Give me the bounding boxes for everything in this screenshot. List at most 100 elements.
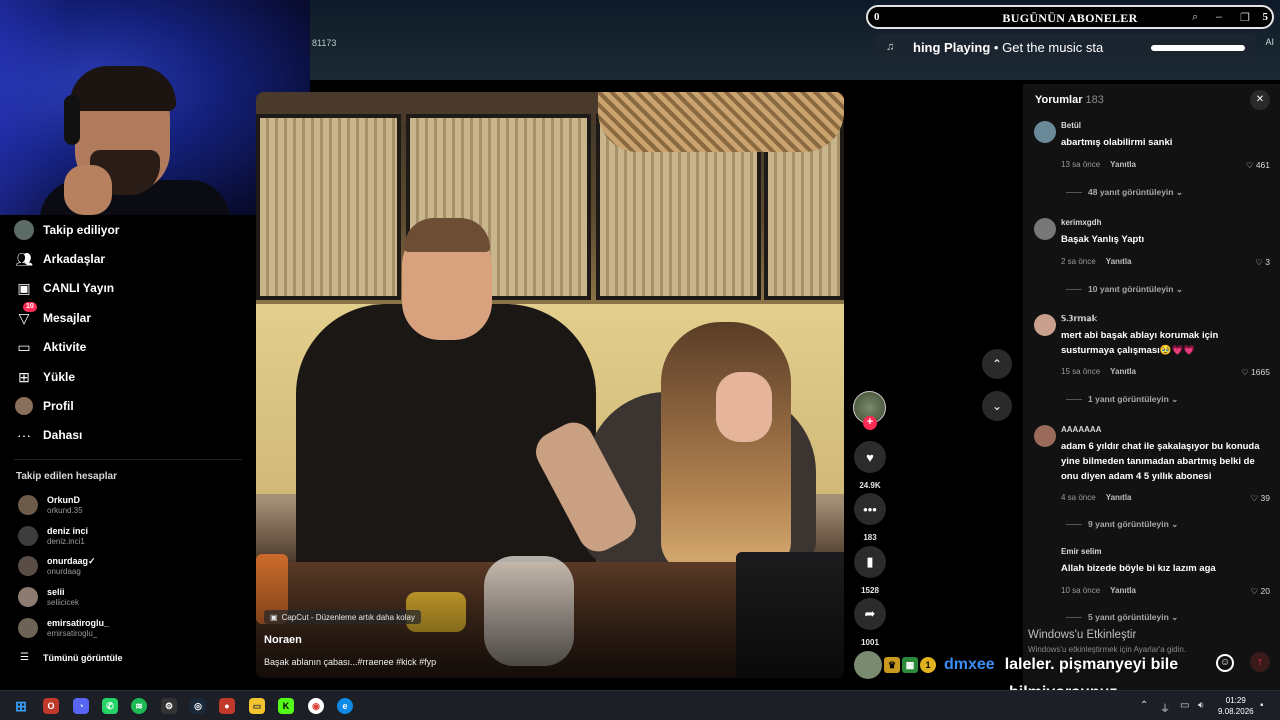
view-replies-button[interactable]: 48 yanıt görüntüleyin ⌄ [1066,187,1183,198]
comment-user[interactable]: kerimxgdh [1061,218,1101,227]
comment-meta: 13 sa önce Yanıtla [1061,160,1136,169]
followed-account[interactable]: selii seliicicek [18,583,79,611]
sidebar-item-more[interactable]: ··· Dahası [14,424,82,446]
avatar [18,556,38,576]
followed-account[interactable]: onurdaag✓ onurdaag [18,552,96,580]
sidebar-item-activity[interactable]: ▭ Aktivite [14,336,86,358]
opera-icon[interactable]: O [43,698,59,714]
reply-button[interactable]: Yanıtla [1110,367,1136,376]
reply-button[interactable]: Yanıtla [1110,586,1136,595]
share-icon[interactable]: ➦ [854,598,886,630]
view-replies-label: 9 yanıt görüntüleyin [1088,519,1169,529]
comment-like-count: 1665 [1251,367,1270,377]
folder-icon[interactable]: ▭ [249,698,265,714]
usb-icon[interactable]: ⏚ [1160,700,1170,715]
now-playing-subtitle: Get the music sta [1002,40,1104,55]
sidebar-item-messages[interactable]: ▽ 10 Mesajlar [14,302,91,329]
video-author[interactable]: Noraen [264,634,302,646]
avatar[interactable] [1034,218,1056,240]
clock[interactable]: 01:29 9.08.2026 [1218,695,1254,717]
comments-panel: Yorumlar 183 [1023,84,1280,690]
list-icon: ☰ [20,652,29,663]
edge-icon[interactable]: e [337,698,353,714]
previous-video-button[interactable]: ⌃ [982,349,1012,379]
sidebar-item-live[interactable]: ▣ CANLI Yayın [14,277,114,299]
see-all-button[interactable]: ☰ Tümünü görüntüle [20,652,122,663]
search-icon[interactable]: ⌕ [1192,11,1198,24]
close-comments-button[interactable]: ✕ [1250,90,1270,110]
comment-time: 4 sa önce [1061,493,1096,502]
header-id-fragment: 81173 [312,38,337,48]
account-name: deniz inci [47,525,89,536]
video-caption: Başak ablanın çabası...#rraenee #kick #f… [264,657,437,667]
now-playing-widget: ♫ hing Playing • Get the music sta [876,34,1256,62]
capcut-tag[interactable]: ▣ CapCut - Düzenleme artık daha kolay [264,610,421,624]
avatar[interactable] [1034,425,1056,447]
steam-icon[interactable]: ◎ [190,698,206,714]
comment-like[interactable]: ♡ 20 [1251,586,1270,597]
view-replies-button[interactable]: 9 yanıt görüntüleyin ⌄ [1066,519,1178,530]
comments-count: 183 [1085,94,1104,106]
tray-chevron-icon[interactable]: ⌃ [1140,700,1148,711]
followed-account[interactable]: emirsatiroglu_ emirsatiroglu_ [18,614,109,642]
comment-like[interactable]: ♡ 461 [1246,160,1270,171]
post-comment-button[interactable]: ↑ [1250,652,1270,672]
maximize-icon[interactable]: ❐ [1240,11,1250,24]
share-action[interactable]: ➦ 1001 [853,598,887,647]
avatar[interactable] [1034,121,1056,143]
app-icon[interactable]: ⚙ [161,698,177,714]
comment-time: 2 sa önce [1061,257,1096,266]
sidebar-item-following[interactable]: Takip ediliyor [14,219,119,241]
bookmark-icon[interactable]: ▮ [854,546,886,578]
recorder-icon[interactable]: ● [219,698,235,714]
comment-user[interactable]: 𝕊.𝟛𝕣𝕞𝕒𝕜 [1061,314,1097,323]
like-action[interactable]: ♥ 24.9K [853,441,887,490]
comment-user[interactable]: Emir selim [1061,547,1101,556]
comment-icon[interactable]: ••• [854,493,886,525]
reply-button[interactable]: Yanıtla [1106,493,1132,502]
followed-account[interactable]: OrkunD orkund.35 [18,491,83,519]
comment-time: 10 sa önce [1061,586,1101,595]
spotify-icon[interactable]: ≋ [131,698,147,714]
notification-icon[interactable]: ▪ [1260,700,1264,711]
comment-like[interactable]: ♡ 3 [1255,257,1270,268]
emoji-icon[interactable]: ☺ [1216,654,1234,672]
sidebar-item-label: Yükle [43,370,76,384]
comment-action[interactable]: ••• 183 [853,493,887,542]
chrome-icon[interactable]: ◉ [308,698,324,714]
more-icon: ··· [17,427,31,443]
comment-user[interactable]: Betül [1061,121,1081,130]
reply-button[interactable]: Yanıtla [1106,257,1132,266]
live-icon: ▣ [17,279,31,296]
view-replies-button[interactable]: 1 yanıt görüntüleyin ⌄ [1066,394,1178,405]
account-handle: emirsatiroglu_ [47,628,98,638]
reply-button[interactable]: Yanıtla [1110,160,1136,169]
heart-icon[interactable]: ♥ [854,441,886,473]
view-replies-button[interactable]: 5 yanıt görüntüleyin ⌄ [1066,612,1178,623]
kick-icon[interactable]: K [278,698,294,714]
view-replies-button[interactable]: 10 yanıt görüntüleyin ⌄ [1066,284,1183,295]
windows-start-icon[interactable]: ⊞ [13,698,29,714]
comment-like[interactable]: ♡ 1665 [1241,367,1270,378]
sidebar-item-friends[interactable]: 👥︎ Arkadaşlar [14,248,105,270]
discord-icon[interactable]: ◔ [73,698,89,714]
avatar[interactable] [1034,547,1056,569]
followed-accounts-heading: Takip edilen hesaplar [16,471,117,482]
whatsapp-icon[interactable]: ✆ [102,698,118,714]
minimize-icon[interactable]: – [1216,11,1222,23]
volume-icon[interactable]: 🔉︎ [1198,700,1204,711]
sidebar-item-profile[interactable]: Profil [14,395,74,417]
sidebar-item-upload[interactable]: ⊞ Yükle [14,366,75,388]
network-icon[interactable]: ▭ [1180,700,1189,711]
avatar[interactable] [1034,314,1056,336]
capcut-label: CapCut - Düzenleme artık daha kolay [281,612,415,622]
follow-plus-icon[interactable]: + [863,416,877,430]
followed-account[interactable]: deniz inci deniz.inci1 [18,522,88,550]
save-action[interactable]: ▮ 1528 [853,546,887,595]
next-video-button[interactable]: ⌄ [982,391,1012,421]
comment-like[interactable]: ♡ 39 [1251,493,1270,504]
comment-meta: 2 sa önce Yanıtla [1061,257,1132,266]
comment-time: 15 sa önce [1061,367,1101,376]
comment-user[interactable]: AAAAAAA [1061,425,1101,434]
video-player[interactable] [256,92,844,678]
